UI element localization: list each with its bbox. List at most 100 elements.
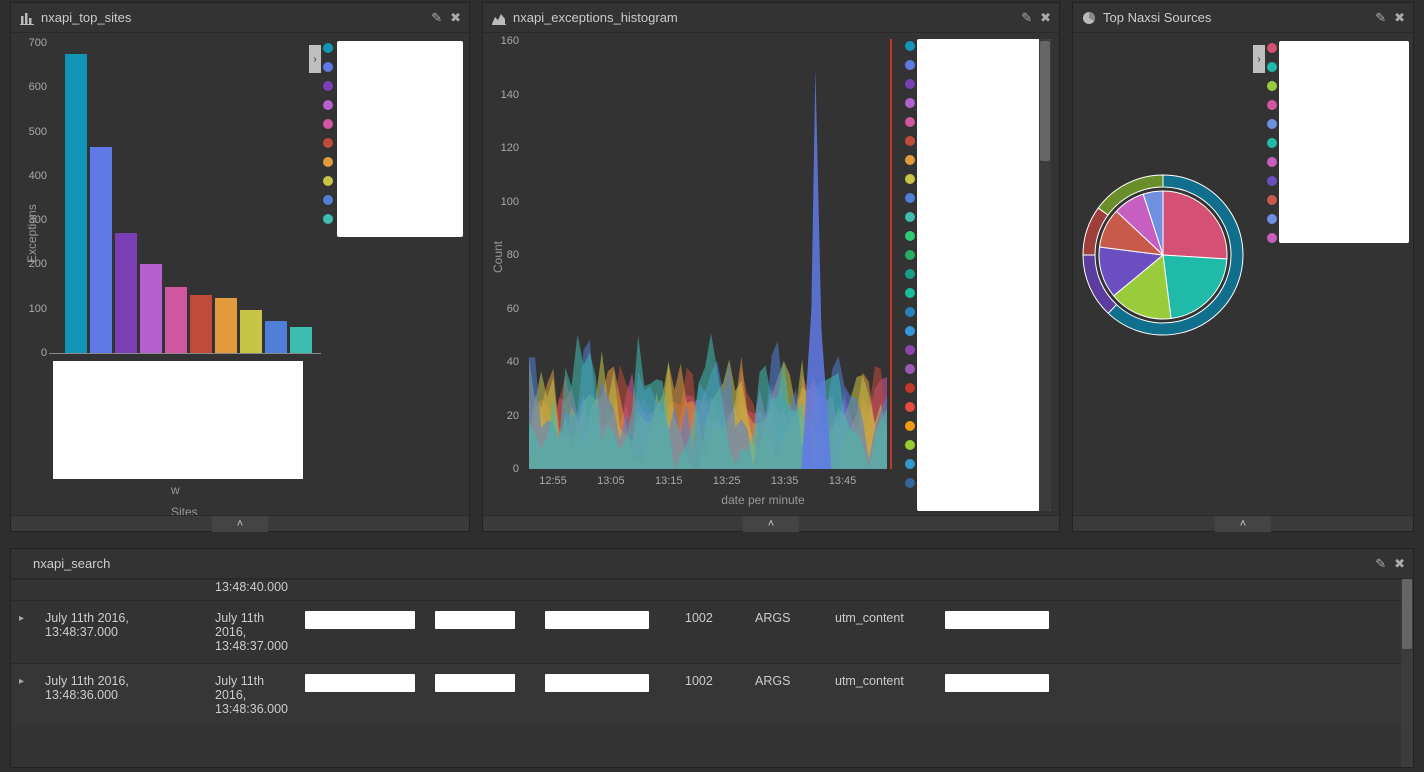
edit-icon[interactable]: ✎ <box>431 10 442 26</box>
legend-swatch[interactable] <box>1267 119 1277 129</box>
bar[interactable] <box>140 264 162 353</box>
legend-swatch[interactable] <box>323 100 333 110</box>
legend-swatch[interactable] <box>905 383 915 393</box>
legend-swatch[interactable] <box>323 43 333 53</box>
legend[interactable] <box>1279 41 1409 243</box>
legend-swatch[interactable] <box>905 41 915 51</box>
y-tick: 140 <box>489 89 519 101</box>
legend-swatch[interactable] <box>905 421 915 431</box>
legend-swatch[interactable] <box>905 250 915 260</box>
expand-row-icon[interactable]: ▸ <box>19 611 37 624</box>
cell-timestamp: July 11th 2016, 13:48:37.000 <box>37 611 207 639</box>
legend-swatch[interactable] <box>905 288 915 298</box>
legend-swatch[interactable] <box>323 138 333 148</box>
legend-swatch[interactable] <box>905 459 915 469</box>
legend-swatch[interactable] <box>905 155 915 165</box>
bar-chart[interactable] <box>61 43 321 353</box>
scrollbar-thumb[interactable] <box>1402 579 1412 649</box>
cell-utm: utm_content <box>827 674 937 688</box>
panel-expand-toggle[interactable]: ˄ <box>212 516 268 532</box>
legend-swatch[interactable] <box>905 79 915 89</box>
legend-swatch[interactable] <box>905 440 915 450</box>
close-icon[interactable]: ✖ <box>1394 10 1405 26</box>
legend-swatch[interactable] <box>905 60 915 70</box>
bar[interactable] <box>65 54 87 353</box>
cell-timestamp2: July 11th2016,13:48:36.000 <box>207 674 297 716</box>
panel-expand-toggle[interactable]: ˄ <box>1215 516 1271 532</box>
x-tick: 13:25 <box>707 475 747 487</box>
legend-swatch[interactable] <box>905 269 915 279</box>
legend-swatch[interactable] <box>905 193 915 203</box>
y-tick: 400 <box>17 170 47 182</box>
bar[interactable] <box>215 298 237 353</box>
legend-swatch[interactable] <box>905 117 915 127</box>
legend-swatch[interactable] <box>1267 176 1277 186</box>
legend-swatch[interactable] <box>1267 233 1277 243</box>
close-icon[interactable]: ✖ <box>1394 556 1405 572</box>
edit-icon[interactable]: ✎ <box>1021 10 1032 26</box>
expand-row-icon[interactable]: ▸ <box>19 674 37 687</box>
legend-swatch[interactable] <box>1267 195 1277 205</box>
scrollbar[interactable] <box>1401 579 1413 767</box>
cell-id: 1002 <box>677 674 747 688</box>
y-tick: 700 <box>17 37 47 49</box>
legend-swatch[interactable] <box>1267 214 1277 224</box>
legend-swatch[interactable] <box>323 62 333 72</box>
legend-swatch[interactable] <box>323 176 333 186</box>
bar[interactable] <box>240 310 262 353</box>
legend-swatch[interactable] <box>905 478 915 488</box>
legend-swatch[interactable] <box>905 402 915 412</box>
legend-swatch[interactable] <box>905 136 915 146</box>
legend-toggle[interactable]: › <box>309 45 321 73</box>
legend-swatch[interactable] <box>905 98 915 108</box>
legend-swatch[interactable] <box>905 307 915 317</box>
cell-redacted <box>297 611 427 632</box>
bar[interactable] <box>115 233 137 353</box>
legend-swatch[interactable] <box>905 212 915 222</box>
legend-swatch[interactable] <box>323 195 333 205</box>
legend[interactable] <box>337 41 463 237</box>
legend-swatch[interactable] <box>905 231 915 241</box>
legend-swatch[interactable] <box>1267 62 1277 72</box>
panel-header: nxapi_exceptions_histogram ✎ ✖ <box>483 3 1059 33</box>
legend[interactable] <box>917 39 1051 511</box>
legend-swatch[interactable] <box>1267 138 1277 148</box>
panel-title: Top Naxsi Sources <box>1103 10 1375 25</box>
area-chart[interactable] <box>523 39 903 469</box>
y-tick: 600 <box>17 81 47 93</box>
edit-icon[interactable]: ✎ <box>1375 556 1386 572</box>
legend-swatch[interactable] <box>323 214 333 224</box>
bar[interactable] <box>165 287 187 353</box>
area-chart-icon <box>491 10 507 26</box>
bar[interactable] <box>190 295 212 353</box>
close-icon[interactable]: ✖ <box>450 10 461 26</box>
legend-swatch[interactable] <box>905 364 915 374</box>
legend-swatch[interactable] <box>905 326 915 336</box>
scrollbar-thumb[interactable] <box>1040 41 1050 161</box>
close-icon[interactable]: ✖ <box>1040 10 1051 26</box>
legend-toggle[interactable]: › <box>1253 45 1265 73</box>
cell-redacted <box>937 674 1067 695</box>
bar[interactable] <box>265 321 287 353</box>
panel-histogram: nxapi_exceptions_histogram ✎ ✖ 020406080… <box>482 2 1060 532</box>
bar[interactable] <box>90 147 112 353</box>
panel-top-sites: nxapi_top_sites ✎ ✖ 01002003004005006007… <box>10 2 470 532</box>
legend-swatch[interactable] <box>323 157 333 167</box>
legend-swatch[interactable] <box>1267 81 1277 91</box>
panel-header: nxapi_search ✎ ✖ <box>11 549 1413 579</box>
expand-row-icon[interactable] <box>19 580 37 582</box>
legend-swatch[interactable] <box>905 174 915 184</box>
y-axis-label: Count <box>491 241 505 273</box>
x-axis-line <box>49 353 321 354</box>
pie-chart[interactable] <box>1081 173 1245 340</box>
legend-swatch[interactable] <box>1267 100 1277 110</box>
legend-swatch[interactable] <box>323 119 333 129</box>
legend-swatch[interactable] <box>1267 43 1277 53</box>
legend-swatch[interactable] <box>1267 157 1277 167</box>
panel-expand-toggle[interactable]: ˄ <box>743 516 799 532</box>
legend-swatch[interactable] <box>323 81 333 91</box>
legend-swatch[interactable] <box>905 345 915 355</box>
bar[interactable] <box>290 327 312 353</box>
scrollbar[interactable] <box>1039 39 1051 511</box>
edit-icon[interactable]: ✎ <box>1375 10 1386 26</box>
